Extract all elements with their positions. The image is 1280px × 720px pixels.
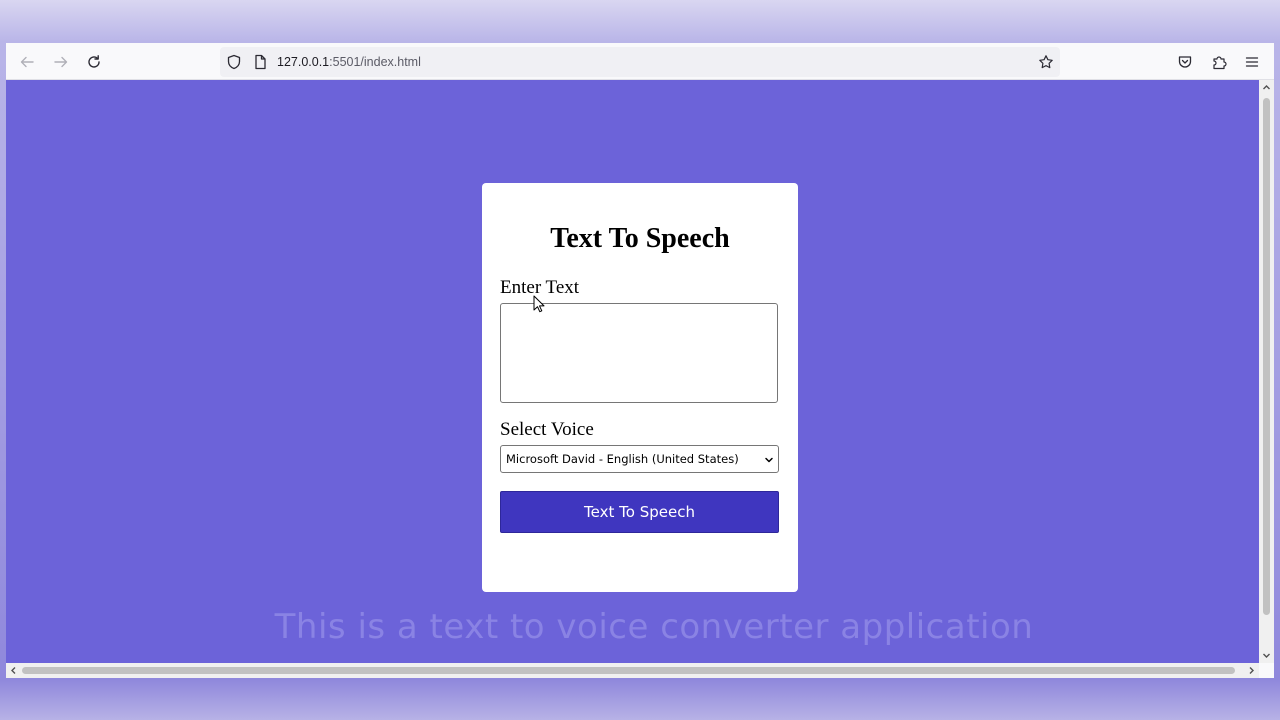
chevron-right-icon <box>1249 667 1254 674</box>
browser-window: 127.0.0.1:5501/index.html Text To Speech… <box>6 43 1274 678</box>
back-button[interactable] <box>13 48 41 76</box>
horizontal-scrollbar[interactable] <box>6 663 1259 678</box>
tts-card: Text To Speech Enter Text Select Voice M… <box>482 183 798 592</box>
page-title: Text To Speech <box>550 223 730 254</box>
horizontal-scroll-thumb[interactable] <box>22 667 1235 674</box>
menu-button[interactable] <box>1238 48 1266 76</box>
vertical-scroll-thumb[interactable] <box>1263 98 1270 615</box>
star-icon[interactable] <box>1038 54 1054 70</box>
url-text[interactable]: 127.0.0.1:5501/index.html <box>277 55 421 69</box>
pocket-icon <box>1178 56 1192 68</box>
arrow-right-icon <box>54 56 68 68</box>
address-bar[interactable]: 127.0.0.1:5501/index.html <box>220 47 1060 77</box>
pocket-button[interactable] <box>1171 48 1199 76</box>
browser-toolbar: 127.0.0.1:5501/index.html <box>6 43 1274 80</box>
mouse-cursor-icon <box>533 295 545 313</box>
select-voice-label: Select Voice <box>500 419 594 440</box>
text-input[interactable] <box>500 303 778 403</box>
text-to-speech-button[interactable]: Text To Speech <box>500 491 779 533</box>
arrow-left-icon <box>20 56 34 68</box>
page-viewport: Text To Speech Enter Text Select Voice M… <box>6 80 1259 663</box>
forward-button[interactable] <box>47 48 75 76</box>
caption-text: This is a text to voice converter applic… <box>274 607 1034 647</box>
scroll-right-arrow[interactable] <box>1244 663 1259 678</box>
voice-select[interactable]: Microsoft David - English (United States… <box>500 445 779 473</box>
scroll-down-arrow[interactable] <box>1259 648 1274 663</box>
chevron-up-icon <box>1263 85 1270 90</box>
vertical-scrollbar[interactable] <box>1259 80 1274 663</box>
chevron-left-icon <box>11 667 16 674</box>
scroll-left-arrow[interactable] <box>6 663 21 678</box>
scroll-up-arrow[interactable] <box>1259 80 1274 95</box>
voice-selected-value: Microsoft David - English (United States… <box>506 452 739 466</box>
hamburger-menu-icon <box>1245 57 1259 67</box>
extensions-icon <box>1213 56 1227 70</box>
url-path: :5501/index.html <box>329 55 421 69</box>
page-icon[interactable] <box>252 54 268 70</box>
reload-icon <box>88 55 100 68</box>
url-host: 127.0.0.1 <box>277 55 330 69</box>
shield-icon[interactable] <box>226 54 242 70</box>
extensions-button[interactable] <box>1205 48 1233 76</box>
chevron-down-icon <box>765 457 773 463</box>
reload-button[interactable] <box>80 48 108 76</box>
chevron-down-icon <box>1263 653 1270 658</box>
